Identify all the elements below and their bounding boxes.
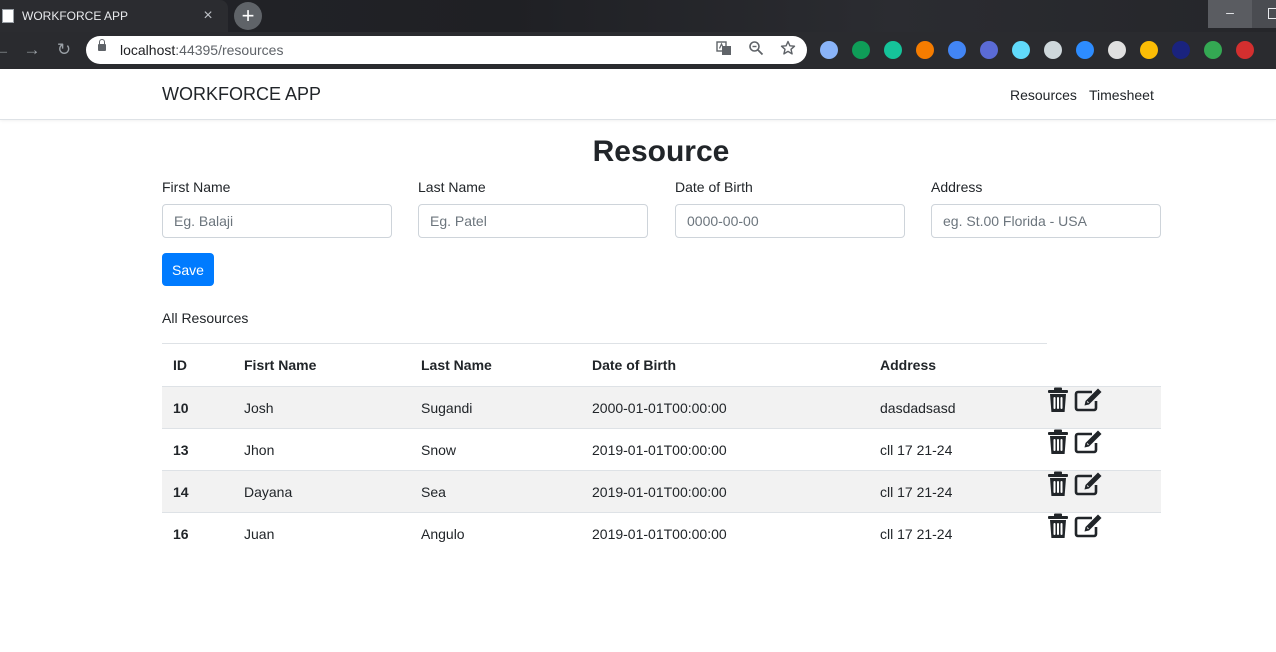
date-of-birth-input[interactable] [675, 204, 905, 238]
translate-icon[interactable] [714, 40, 734, 60]
table-row: 16 Juan Angulo 2019-01-01T00:00:00 cll 1… [162, 512, 1161, 554]
extension-8-icon[interactable] [1044, 41, 1062, 59]
tab-close-icon[interactable]: × [196, 7, 220, 25]
trash-icon[interactable] [1047, 429, 1069, 455]
browser-tabstrip: WORKFORCE APP × + – [0, 0, 1276, 32]
cell-address: dasdadsasd [880, 400, 956, 416]
reload-icon[interactable]: ↻ [54, 40, 74, 60]
cell-date-of-birth: 2019-01-01T00:00:00 [592, 442, 727, 458]
column-header-last-name: Last Name [421, 357, 492, 373]
cell-first-name: Josh [244, 400, 274, 416]
resources-table: ID Fisrt Name Last Name Date of Birth Ad… [162, 344, 1161, 554]
last-name-input[interactable] [418, 204, 648, 238]
forward-arrow-icon[interactable]: → [22, 40, 42, 60]
page: WORKFORCE APP Resources Timesheet Resour… [0, 69, 1276, 652]
extension-4-icon[interactable] [916, 41, 934, 59]
cell-first-name: Jhon [244, 442, 275, 458]
extension-13-icon[interactable] [1204, 41, 1222, 59]
cell-first-name: Juan [244, 526, 275, 542]
all-resources-heading: All Resources [162, 310, 249, 326]
cell-address: cll 17 21-24 [880, 442, 953, 458]
column-header-date-of-birth: Date of Birth [592, 357, 676, 373]
chrome-color-icon[interactable] [1140, 41, 1158, 59]
extension-1-icon[interactable] [820, 41, 838, 59]
zoom-extension-icon[interactable] [1076, 41, 1094, 59]
cell-last-name: Angulo [421, 526, 465, 542]
trash-icon[interactable] [1047, 513, 1069, 539]
nav-link-resources[interactable]: Resources [1010, 87, 1077, 103]
nav-link-timesheet[interactable]: Timesheet [1089, 87, 1154, 103]
react-devtools-icon[interactable] [1012, 41, 1030, 59]
extension-2-icon[interactable] [852, 41, 870, 59]
table-row: 14 Dayana Sea 2019-01-01T00:00:00 cll 17… [162, 470, 1161, 512]
cell-last-name: Sea [421, 484, 446, 500]
column-header-id: ID [173, 357, 187, 373]
app-brand[interactable]: WORKFORCE APP [162, 84, 321, 105]
cell-first-name: Dayana [244, 484, 293, 500]
trash-icon[interactable] [1047, 471, 1069, 497]
cell-id: 16 [173, 526, 189, 542]
grammarly-icon[interactable] [884, 41, 902, 59]
1password-icon[interactable] [1172, 41, 1190, 59]
column-header-address: Address [880, 357, 937, 373]
page-favicon-icon [2, 9, 14, 23]
cell-id: 13 [173, 442, 189, 458]
cell-last-name: Sugandi [421, 400, 473, 416]
zoom-icon[interactable] [746, 40, 766, 60]
extension-5-icon[interactable] [948, 41, 966, 59]
cell-date-of-birth: 2019-01-01T00:00:00 [592, 526, 727, 542]
new-tab-button[interactable]: + [234, 2, 262, 30]
edit-icon[interactable] [1073, 471, 1103, 497]
cell-address: cll 17 21-24 [880, 526, 953, 542]
edit-icon[interactable] [1073, 513, 1103, 539]
extension-6-icon[interactable] [980, 41, 998, 59]
cell-last-name: Snow [421, 442, 457, 458]
cell-id: 10 [173, 400, 189, 416]
address-label: Address [931, 179, 983, 195]
first-name-input[interactable] [162, 204, 392, 238]
date-of-birth-label: Date of Birth [675, 179, 753, 195]
address-bar[interactable]: localhost:44395/resources [86, 36, 807, 64]
extension-10-icon[interactable] [1108, 41, 1126, 59]
cell-date-of-birth: 2000-01-01T00:00:00 [592, 400, 727, 416]
cell-id: 14 [173, 484, 189, 500]
edit-icon[interactable] [1073, 387, 1103, 413]
cors-icon[interactable] [1236, 41, 1254, 59]
browser-toolbar: ← → ↻ localhost:44395/resources [0, 32, 1276, 69]
last-name-label: Last Name [418, 179, 486, 195]
column-header-first-name: Fisrt Name [244, 357, 317, 373]
first-name-label: First Name [162, 179, 231, 195]
cell-address: cll 17 21-24 [880, 484, 953, 500]
browser-tab[interactable]: WORKFORCE APP × [0, 0, 228, 32]
save-button[interactable]: Save [162, 253, 214, 286]
table-row: 13 Jhon Snow 2019-01-01T00:00:00 cll 17 … [162, 428, 1161, 470]
address-url[interactable]: localhost:44395/resources [120, 42, 283, 58]
page-title: Resource [592, 135, 730, 168]
trash-icon[interactable] [1047, 387, 1069, 413]
cell-date-of-birth: 2019-01-01T00:00:00 [592, 484, 727, 500]
window-minimize-button[interactable]: – [1208, 0, 1252, 28]
table-header-row: ID Fisrt Name Last Name Date of Birth Ad… [162, 344, 1161, 386]
lock-icon [98, 39, 106, 51]
tab-title: WORKFORCE APP [22, 9, 129, 23]
table-row: 10 Josh Sugandi 2000-01-01T00:00:00 dasd… [162, 386, 1161, 428]
address-input[interactable] [931, 204, 1161, 238]
back-arrow-icon[interactable]: ← [0, 40, 12, 60]
app-navbar: WORKFORCE APP Resources Timesheet [0, 69, 1276, 120]
edit-icon[interactable] [1073, 429, 1103, 455]
window-maximize-button[interactable] [1252, 0, 1276, 28]
bookmark-star-icon[interactable] [778, 40, 798, 60]
